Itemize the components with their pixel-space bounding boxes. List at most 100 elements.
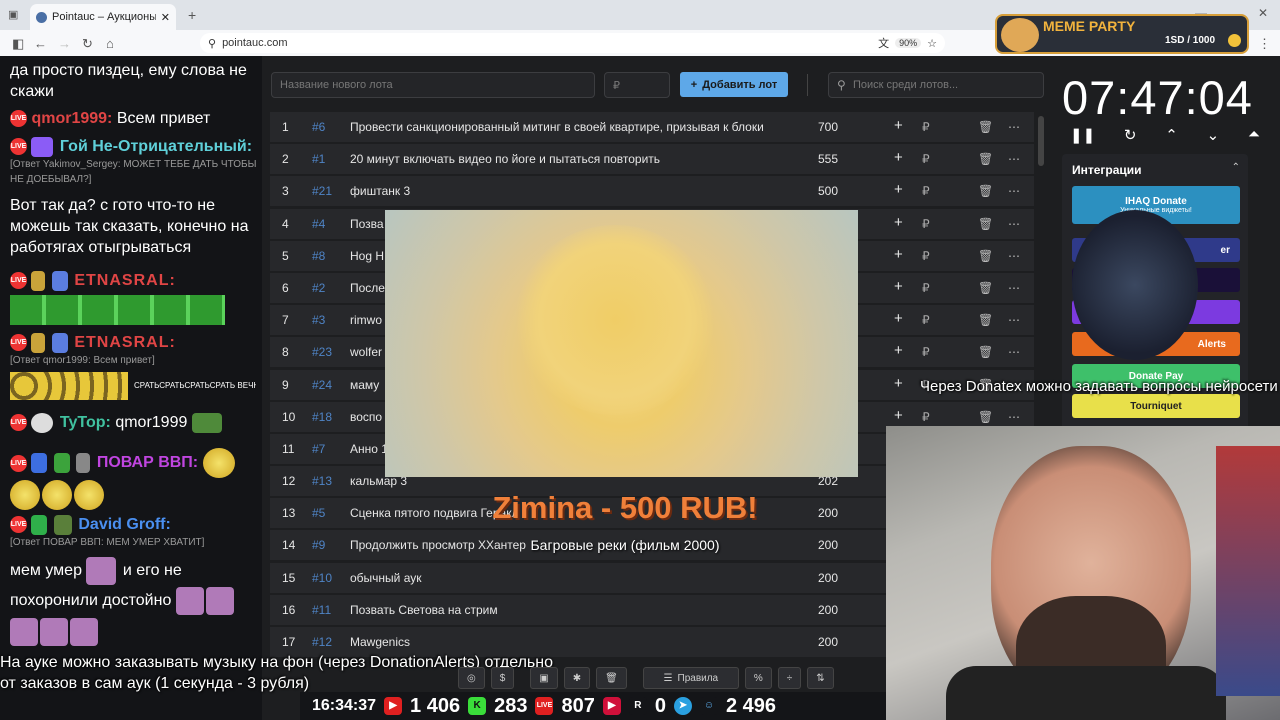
more-options-icon[interactable]: ⋯	[1008, 249, 1020, 263]
forward-icon[interactable]: →	[58, 36, 71, 51]
add-amount-icon[interactable]: +	[894, 214, 903, 231]
lot-title[interactable]: Позвать Светова на стрим	[350, 603, 790, 617]
save-button[interactable]: ▣	[530, 667, 558, 689]
url-field[interactable]: ⚲ pointauc.com 文 90% ☆	[200, 33, 945, 53]
new-lot-input[interactable]: Название нового лота	[271, 72, 595, 98]
sort-button[interactable]: ⇅	[807, 667, 834, 689]
lot-amount[interactable]: 500	[818, 184, 838, 198]
more-options-icon[interactable]: ⋯	[1008, 313, 1020, 327]
more-options-icon[interactable]: ⋯	[1008, 120, 1020, 134]
collapse-icon[interactable]: ⌃	[1232, 162, 1240, 173]
add-amount-icon[interactable]: +	[894, 181, 903, 198]
lot-id[interactable]: #21	[312, 184, 332, 198]
lot-amount[interactable]: 200	[818, 538, 838, 552]
delete-icon[interactable]: 🗑	[978, 410, 993, 424]
lot-amount[interactable]: 200	[818, 635, 838, 649]
ruble-icon[interactable]: ₽	[922, 281, 930, 295]
lot-id[interactable]: #5	[312, 506, 325, 520]
pause-icon[interactable]: ❚❚	[1070, 126, 1095, 144]
lot-id[interactable]: #24	[312, 378, 332, 392]
lot-id[interactable]: #2	[312, 281, 325, 295]
table-row[interactable]: 1 #6 Провести санкционированный митинг в с…	[270, 112, 1034, 142]
lot-amount[interactable]: 200	[818, 506, 838, 520]
lot-id[interactable]: #11	[312, 603, 331, 617]
add-amount-icon[interactable]: +	[894, 310, 903, 327]
lot-id[interactable]: #10	[312, 571, 332, 585]
delete-icon[interactable]: 🗑	[978, 345, 993, 359]
lot-id[interactable]: #6	[312, 120, 325, 134]
ruble-icon[interactable]: ₽	[922, 410, 930, 424]
more-options-icon[interactable]: ⋯	[1008, 281, 1020, 295]
lot-id[interactable]: #3	[312, 313, 325, 327]
more-options-icon[interactable]: ⋯	[1008, 152, 1020, 166]
delete-icon[interactable]: 🗑	[978, 120, 993, 134]
delete-icon[interactable]: 🗑	[978, 249, 993, 263]
tab-actions-icon[interactable]: ▣	[8, 8, 18, 21]
tourniquet-button[interactable]: Tourniquet	[1072, 394, 1240, 418]
lot-title[interactable]: Провести санкционированный митинг в свое…	[350, 120, 790, 134]
lot-amount[interactable]: 200	[818, 571, 838, 585]
add-amount-icon[interactable]: +	[894, 246, 903, 263]
ruble-icon[interactable]: ₽	[922, 345, 930, 359]
bug-button[interactable]: ✱	[563, 667, 591, 689]
sidebar-icon[interactable]: ◧	[12, 36, 24, 52]
amount-input[interactable]: ₽	[604, 72, 670, 98]
add-lot-button[interactable]: + Добавить лот	[680, 72, 788, 97]
delete-icon[interactable]: 🗑	[978, 217, 993, 231]
delete-icon[interactable]: 🗑	[978, 184, 993, 198]
donate-button[interactable]: $	[490, 667, 515, 689]
delete-icon[interactable]: 🗑	[978, 313, 993, 327]
menu-icon[interactable]: ⋮	[1258, 36, 1271, 52]
lot-title[interactable]: фиштанк 3	[350, 184, 790, 198]
github-button[interactable]: ◎	[458, 667, 485, 689]
add-amount-icon[interactable]: +	[894, 149, 903, 166]
chevron-up-icon[interactable]: ⌃	[1165, 126, 1178, 144]
ruble-icon[interactable]: ₽	[922, 249, 930, 263]
lot-id[interactable]: #12	[312, 635, 332, 649]
ruble-icon[interactable]: ₽	[922, 217, 930, 231]
add-amount-icon[interactable]: +	[894, 278, 903, 295]
window-close-icon[interactable]: ✕	[1258, 6, 1268, 20]
add-amount-icon[interactable]: +	[894, 117, 903, 134]
back-icon[interactable]: ←	[34, 36, 47, 51]
lot-title[interactable]: обычный аук	[350, 571, 790, 585]
ruble-icon[interactable]: ₽	[922, 152, 930, 166]
lot-id[interactable]: #1	[312, 152, 325, 166]
zoom-badge[interactable]: 90%	[895, 38, 922, 48]
close-tab-icon[interactable]: ✕	[161, 11, 170, 24]
more-options-icon[interactable]: ⋯	[1008, 345, 1020, 359]
add-amount-icon[interactable]: +	[894, 375, 903, 392]
reload-icon[interactable]: ↻	[82, 36, 93, 52]
lot-title[interactable]: 20 минут включать видео по йоге и пытать…	[350, 152, 790, 166]
search-input[interactable]: ⚲ Поиск среди лотов...	[828, 72, 1044, 98]
browser-tab[interactable]: Pointauc – Аукционы, лотерея ✕	[30, 4, 176, 30]
more-options-icon[interactable]: ⋯	[1008, 217, 1020, 231]
site-info-icon[interactable]: ⚲	[208, 37, 216, 50]
more-options-icon[interactable]: ⋯	[1008, 184, 1020, 198]
more-options-icon[interactable]: ⋯	[1008, 410, 1020, 424]
lot-id[interactable]: #4	[312, 217, 325, 231]
add-amount-icon[interactable]: +	[894, 407, 903, 424]
lot-id[interactable]: #18	[312, 410, 332, 424]
delete-icon[interactable]: 🗑	[978, 281, 993, 295]
scrollbar[interactable]	[1038, 116, 1044, 166]
rules-button[interactable]: ☰ Правила	[642, 667, 739, 689]
reset-icon[interactable]: ↻	[1124, 126, 1137, 144]
new-tab-icon[interactable]: +	[188, 7, 196, 23]
lot-amount[interactable]: 555	[818, 152, 838, 166]
lot-id[interactable]: #7	[312, 442, 325, 456]
chevron-down-icon[interactable]: ⌄	[1207, 126, 1220, 144]
lot-id[interactable]: #23	[312, 345, 332, 359]
lot-amount[interactable]: 700	[818, 120, 838, 134]
clear-button[interactable]: 🗑	[596, 667, 627, 689]
home-icon[interactable]: ⌂	[106, 36, 114, 51]
translate-icon[interactable]: 文	[878, 35, 889, 51]
ruble-icon[interactable]: ₽	[922, 313, 930, 327]
lot-title[interactable]: Mawgenics	[350, 635, 790, 649]
lot-id[interactable]: #9	[312, 538, 325, 552]
lot-id[interactable]: #13	[312, 474, 332, 488]
ruble-icon[interactable]: ₽	[922, 184, 930, 198]
delete-icon[interactable]: 🗑	[978, 152, 993, 166]
bookmark-star-icon[interactable]: ☆	[927, 37, 937, 50]
percent-button[interactable]: %	[744, 667, 772, 689]
